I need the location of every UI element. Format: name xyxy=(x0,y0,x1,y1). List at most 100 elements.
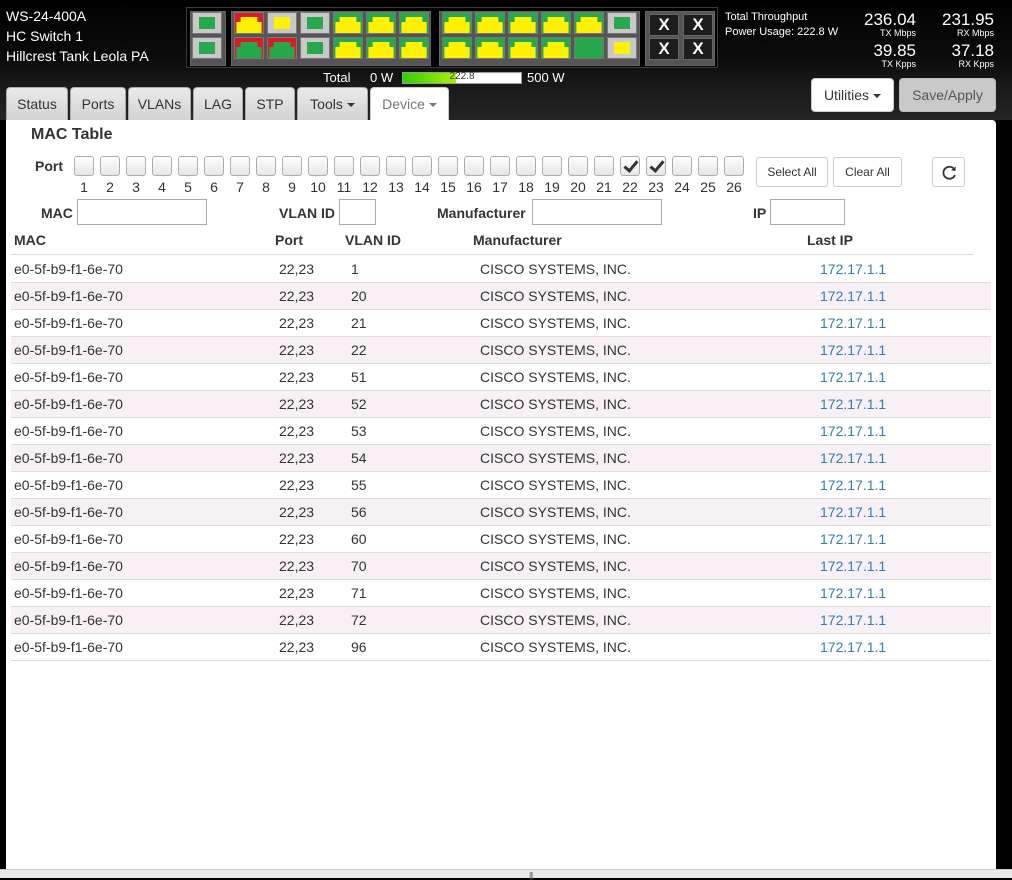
port-checkbox-12[interactable] xyxy=(360,156,380,176)
cell-manufacturer: CISCO SYSTEMS, INC. xyxy=(480,504,631,520)
port-led-inner xyxy=(199,42,215,54)
port-led-inner xyxy=(444,17,470,33)
port-checkbox-2[interactable] xyxy=(100,156,120,176)
clear-all-button[interactable]: Clear All xyxy=(833,157,902,187)
port-checkbox-label: 8 xyxy=(262,179,270,195)
last-ip-link[interactable]: 172.17.1.1 xyxy=(820,585,886,601)
table-row: e0-5f-b9-f1-6e-70 22,23 71 CISCO SYSTEMS, I… xyxy=(11,580,991,607)
port-checkbox-17[interactable] xyxy=(490,156,510,176)
port-checkbox-8[interactable] xyxy=(256,156,276,176)
ip-filter-input[interactable] xyxy=(770,199,845,225)
column-last-ip[interactable]: Last IP xyxy=(807,232,853,248)
port-led-inner xyxy=(444,42,470,58)
cell-vlan: 72 xyxy=(351,612,367,628)
port-checkbox-label: 4 xyxy=(158,179,166,195)
cell-port: 22,23 xyxy=(279,342,315,358)
tab-lag[interactable]: LAG xyxy=(193,87,243,120)
tab-tools[interactable]: Tools xyxy=(297,87,368,120)
port-checkbox-label: 10 xyxy=(310,179,326,195)
last-ip-link[interactable]: 172.17.1.1 xyxy=(820,423,886,439)
port-checkbox-15[interactable] xyxy=(438,156,458,176)
utilities-button[interactable]: Utilities xyxy=(811,78,894,112)
port-checkbox-label: 16 xyxy=(466,179,482,195)
port-checkbox-7[interactable] xyxy=(230,156,250,176)
column-manufacturer[interactable]: Manufacturer xyxy=(473,232,562,248)
disabled-port-x: X xyxy=(683,38,713,60)
port-checkbox-3[interactable] xyxy=(126,156,146,176)
rx-mbps-stat: 231.95 RX Mbps xyxy=(923,11,994,38)
port-checkbox-22[interactable] xyxy=(620,156,640,176)
tab-vlans[interactable]: VLANs xyxy=(128,87,191,120)
last-ip-link[interactable]: 172.17.1.1 xyxy=(820,288,886,304)
device-model: WS-24-400A xyxy=(6,8,87,24)
port-checkbox-19[interactable] xyxy=(542,156,562,176)
port-checkbox-6[interactable] xyxy=(204,156,224,176)
port-checkbox-1[interactable] xyxy=(74,156,94,176)
port-checkbox-20[interactable] xyxy=(568,156,588,176)
cell-manufacturer: CISCO SYSTEMS, INC. xyxy=(480,558,631,574)
port-led-inner xyxy=(335,17,361,33)
mac-filter-input[interactable] xyxy=(77,199,207,225)
last-ip-link[interactable]: 172.17.1.1 xyxy=(820,369,886,385)
save-apply-button[interactable]: Save/Apply xyxy=(899,78,996,112)
last-ip-link[interactable]: 172.17.1.1 xyxy=(820,531,886,547)
tab-stp[interactable]: STP xyxy=(245,87,295,120)
last-ip-link[interactable]: 172.17.1.1 xyxy=(820,315,886,331)
port-checkbox-label: 15 xyxy=(440,179,456,195)
page-title: MAC Table xyxy=(31,126,113,143)
cell-port: 22,23 xyxy=(279,261,315,277)
table-row: e0-5f-b9-f1-6e-70 22,23 51 CISCO SYSTEMS, I… xyxy=(11,364,991,391)
select-all-button[interactable]: Select All xyxy=(756,157,828,187)
last-ip-link[interactable]: 172.17.1.1 xyxy=(820,612,886,628)
disabled-port-x: X xyxy=(683,14,713,36)
last-ip-link[interactable]: 172.17.1.1 xyxy=(820,477,886,493)
last-ip-link[interactable]: 172.17.1.1 xyxy=(820,396,886,412)
port-checkbox-13[interactable] xyxy=(386,156,406,176)
last-ip-link[interactable]: 172.17.1.1 xyxy=(820,261,886,277)
port-led-inner xyxy=(368,42,394,58)
port-checkbox-label: 23 xyxy=(648,179,664,195)
tx-kpps-stat: 39.85 TX Kpps xyxy=(846,42,916,69)
port-checkbox-18[interactable] xyxy=(516,156,536,176)
port-led-inner xyxy=(543,17,569,33)
port-checkbox-11[interactable] xyxy=(334,156,354,176)
column-port[interactable]: Port xyxy=(275,232,303,248)
port-checkbox-25[interactable] xyxy=(698,156,718,176)
last-ip-link[interactable]: 172.17.1.1 xyxy=(820,504,886,520)
table-row: e0-5f-b9-f1-6e-70 22,23 21 CISCO SYSTEMS, I… xyxy=(11,310,991,337)
port-checkbox-9[interactable] xyxy=(282,156,302,176)
column-vlan-id[interactable]: VLAN ID xyxy=(345,232,401,248)
port-led xyxy=(399,12,429,34)
port-checkbox-26[interactable] xyxy=(724,156,744,176)
cell-mac: e0-5f-b9-f1-6e-70 xyxy=(14,477,123,493)
table-row: e0-5f-b9-f1-6e-70 22,23 20 CISCO SYSTEMS, I… xyxy=(11,283,991,310)
port-checkbox-14[interactable] xyxy=(412,156,432,176)
vlan-filter-input[interactable] xyxy=(339,199,376,225)
mac-table-panel: MAC Table Port 1 2 3 4 5 6 7 8 9 10 11 12 13 14 15 16 17… xyxy=(6,120,996,878)
port-led xyxy=(475,37,505,59)
port-checkbox-10[interactable] xyxy=(308,156,328,176)
column-mac[interactable]: MAC xyxy=(14,232,46,248)
last-ip-link[interactable]: 172.17.1.1 xyxy=(820,450,886,466)
last-ip-link[interactable]: 172.17.1.1 xyxy=(820,639,886,655)
horizontal-scrollbar[interactable]: ||| xyxy=(0,869,1012,880)
port-checkbox-24[interactable] xyxy=(672,156,692,176)
port-checkbox-5[interactable] xyxy=(178,156,198,176)
tab-ports[interactable]: Ports xyxy=(70,87,126,120)
tx-kpps-unit: TX Kpps xyxy=(881,59,916,69)
port-checkbox-4[interactable] xyxy=(152,156,172,176)
last-ip-link[interactable]: 172.17.1.1 xyxy=(820,342,886,358)
port-checkbox-label: 11 xyxy=(336,179,352,195)
tab-device[interactable]: Device xyxy=(370,87,449,121)
last-ip-link[interactable]: 172.17.1.1 xyxy=(820,558,886,574)
manufacturer-filter-input[interactable] xyxy=(532,199,662,225)
tab-status[interactable]: Status xyxy=(6,87,68,120)
chevron-down-icon xyxy=(428,103,437,108)
table-header: MAC Port VLAN ID Manufacturer Last IP xyxy=(11,230,974,255)
port-checkbox-23[interactable] xyxy=(646,156,666,176)
port-checkbox-16[interactable] xyxy=(464,156,484,176)
port-checkbox-label: 22 xyxy=(622,179,638,195)
port-checkbox-21[interactable] xyxy=(594,156,614,176)
cell-mac: e0-5f-b9-f1-6e-70 xyxy=(14,585,123,601)
refresh-button[interactable] xyxy=(932,157,965,187)
